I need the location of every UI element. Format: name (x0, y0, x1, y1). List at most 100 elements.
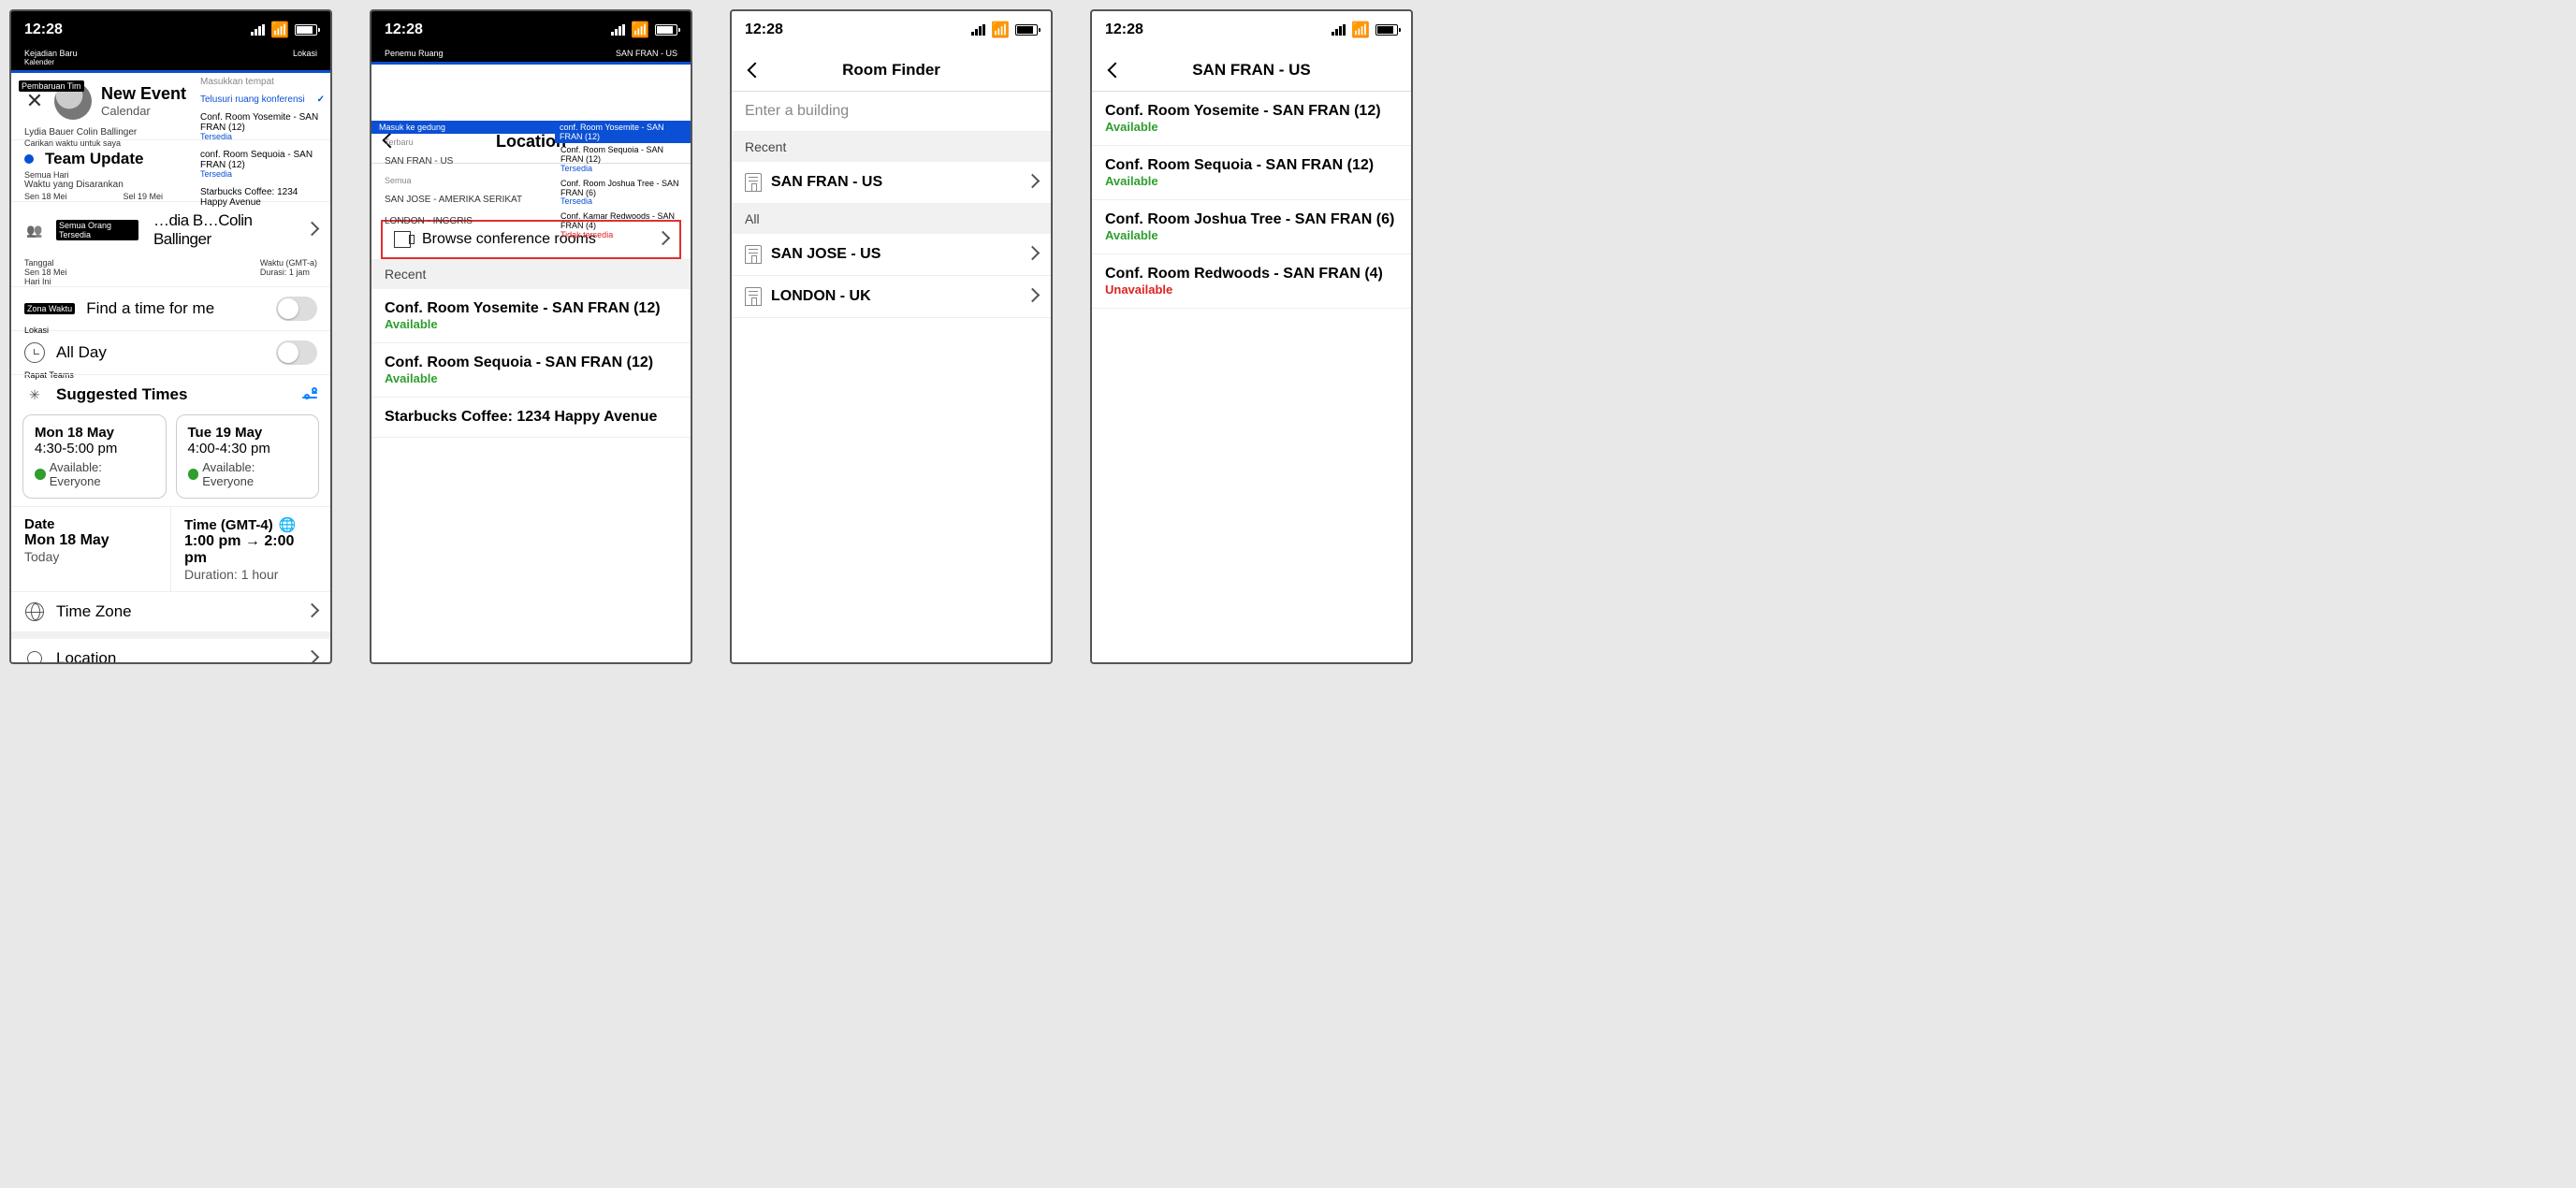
date-time-block: Date Mon 18 May Today Time (GMT-4) 🌐 1:0… (11, 506, 330, 591)
overlay-browse: Telusuri ruang konferensi ✓ (195, 91, 330, 109)
signal-icon (251, 24, 265, 36)
suggested-card-1[interactable]: Mon 18 May 4:30-5:00 pm Available: Every… (22, 414, 167, 499)
room-title: Conf. Room Joshua Tree - SAN FRAN (6) (1105, 211, 1398, 228)
people-icon (24, 220, 45, 240)
all-day-row[interactable]: Lokasi Rapat Teams All Day (11, 330, 330, 374)
find-time-row[interactable]: Zona Waktu Find a time for me (11, 286, 330, 330)
building-row-all-2[interactable]: LONDON - UK (732, 276, 1051, 318)
accent-divider (371, 62, 691, 65)
micro-loc: Lokasi (24, 326, 49, 335)
timezone-label: Time Zone (56, 602, 132, 621)
room-row[interactable]: Conf. Room Joshua Tree - SAN FRAN (6)Ava… (1092, 200, 1411, 254)
event-body: Masukkan tempat Telusuri ruang konferens… (11, 73, 330, 664)
building-search-row[interactable] (732, 92, 1051, 132)
micro-dt-labels: Tanggal Sen 18 Mei Hari Ini Waktu (GMT-a… (11, 258, 330, 286)
recent-room-1[interactable]: Conf. Room Yosemite - SAN FRAN (12) Avai… (371, 289, 691, 343)
building-row-all-1[interactable]: SAN JOSE - US (732, 234, 1051, 276)
overlay-band-room: conf. Room Yosemite - SAN FRAN (12) (555, 121, 691, 143)
nav-header: SAN FRAN - US (1092, 49, 1411, 92)
wand-icon (24, 384, 45, 405)
overlay-right-col: Masukkan tempat Telusuri ruang konferens… (195, 73, 330, 211)
room-status: Available (1105, 120, 1398, 134)
overlay-left-label: Penemu Ruang (385, 49, 444, 58)
event-title-header: New Event (101, 84, 186, 104)
suggested-cards: Mon 18 May 4:30-5:00 pm Available: Every… (11, 414, 330, 499)
overlay-band-enter: Masuk ke gedung (371, 121, 559, 134)
pin-icon (24, 648, 46, 664)
section-all: All (732, 204, 1051, 234)
nav-header: Room Finder (732, 49, 1051, 92)
status-icons: 📶 (611, 21, 677, 39)
wifi-icon: 📶 (1351, 21, 1370, 39)
sliders-icon[interactable] (302, 389, 317, 401)
signal-icon (971, 24, 985, 36)
overlay-starbucks: Starbucks Coffee: 1234 Happy Avenue (195, 183, 330, 211)
event-subtitle: Calendar (101, 104, 186, 118)
location-label: Location (56, 649, 116, 664)
back-button[interactable] (1101, 56, 1129, 84)
overlay-left-sub: Kalender (24, 58, 78, 66)
status-time: 12:28 (1105, 22, 1143, 38)
status-icons: 📶 (1332, 21, 1398, 39)
room-status: Unavailable (1105, 283, 1398, 297)
wifi-icon: 📶 (991, 21, 1010, 39)
micro-allday: Semua Hari (24, 170, 69, 180)
available-dot-icon (35, 469, 46, 480)
status-time: 12:28 (745, 22, 783, 38)
recent-place-starbucks[interactable]: Starbucks Coffee: 1234 Happy Avenue (371, 398, 691, 438)
globe-small-icon: 🌐 (279, 516, 297, 533)
suggested-times-row: Suggested Times (11, 374, 330, 414)
building-icon (745, 173, 762, 192)
wifi-icon: 📶 (631, 21, 649, 39)
building-row-recent-1[interactable]: SAN FRAN - US (732, 162, 1051, 204)
phone-location: 12:28 📶 Penemu Ruang SAN FRAN - US Masuk… (370, 9, 692, 664)
room-row[interactable]: Conf. Room Redwoods - SAN FRAN (4)Unavai… (1092, 254, 1411, 309)
status-time: 12:28 (385, 22, 423, 38)
wifi-icon: 📶 (270, 21, 289, 39)
timezone-row[interactable]: Time Zone (11, 591, 330, 631)
room-title: Conf. Room Yosemite - SAN FRAN (12) (1105, 103, 1398, 120)
close-button[interactable]: ✕ (24, 89, 45, 113)
recent-room-2[interactable]: Conf. Room Sequoia - SAN FRAN (12) Avail… (371, 343, 691, 398)
available-dot-icon (188, 469, 199, 480)
room-row[interactable]: Conf. Room Yosemite - SAN FRAN (12)Avail… (1092, 92, 1411, 146)
status-bar: 12:28 📶 (371, 11, 691, 49)
room-row[interactable]: Conf. Room Sequoia - SAN FRAN (12)Availa… (1092, 146, 1411, 200)
overlay-right-label: SAN FRAN - US (616, 49, 677, 58)
chevron-right-icon (307, 650, 317, 664)
back-button[interactable] (741, 56, 769, 84)
overlay-right-label: Lokasi (293, 49, 317, 66)
attendees-text: …dia B…Colin Ballinger (153, 211, 296, 249)
overlay-placeholder: Masukkan tempat (195, 73, 330, 91)
phone-room-finder: 12:28 📶 Room Finder Recent SAN FRAN - US… (730, 9, 1053, 664)
section-recent: Recent (371, 259, 691, 289)
date-block[interactable]: Date Mon 18 May Today (11, 507, 171, 591)
status-icons: 📶 (971, 21, 1038, 39)
chevron-right-icon (307, 603, 317, 620)
time-block[interactable]: Time (GMT-4) 🌐 1:00 pm → 2:00 pm Duratio… (171, 507, 330, 591)
room-title: Conf. Room Redwoods - SAN FRAN (4) (1105, 266, 1398, 283)
suggested-card-2[interactable]: Tue 19 May 4:00-4:30 pm Available: Every… (176, 414, 320, 499)
globe-icon (25, 602, 44, 621)
page-title: Room Finder (732, 61, 1051, 80)
signal-icon (1332, 24, 1346, 36)
battery-icon (655, 24, 677, 36)
status-bar: 12:28 📶 (732, 11, 1051, 49)
find-time-toggle[interactable] (276, 297, 317, 321)
rooms-icon (394, 231, 411, 248)
checkmark-icon: ✓ (317, 94, 325, 105)
status-bar: 12:28 📶 (1092, 11, 1411, 49)
battery-icon (295, 24, 317, 36)
chevron-right-icon (307, 222, 317, 239)
all-day-toggle[interactable] (276, 340, 317, 365)
chevron-right-icon (1027, 288, 1038, 305)
location-row[interactable]: Location (11, 631, 330, 664)
battery-icon (1015, 24, 1038, 36)
battery-icon (1375, 24, 1398, 36)
location-body: Masuk ke gedung Terbaru SAN FRAN - US Se… (371, 121, 691, 438)
building-search-input[interactable] (745, 103, 1038, 120)
overlay-room2: conf. Room Sequoia - SAN FRAN (12) Terse… (195, 146, 330, 183)
overlay-right-col: conf. Room Yosemite - SAN FRAN (12) Conf… (555, 121, 691, 243)
status-icons: 📶 (251, 21, 317, 39)
all-day-label: All Day (56, 343, 107, 362)
